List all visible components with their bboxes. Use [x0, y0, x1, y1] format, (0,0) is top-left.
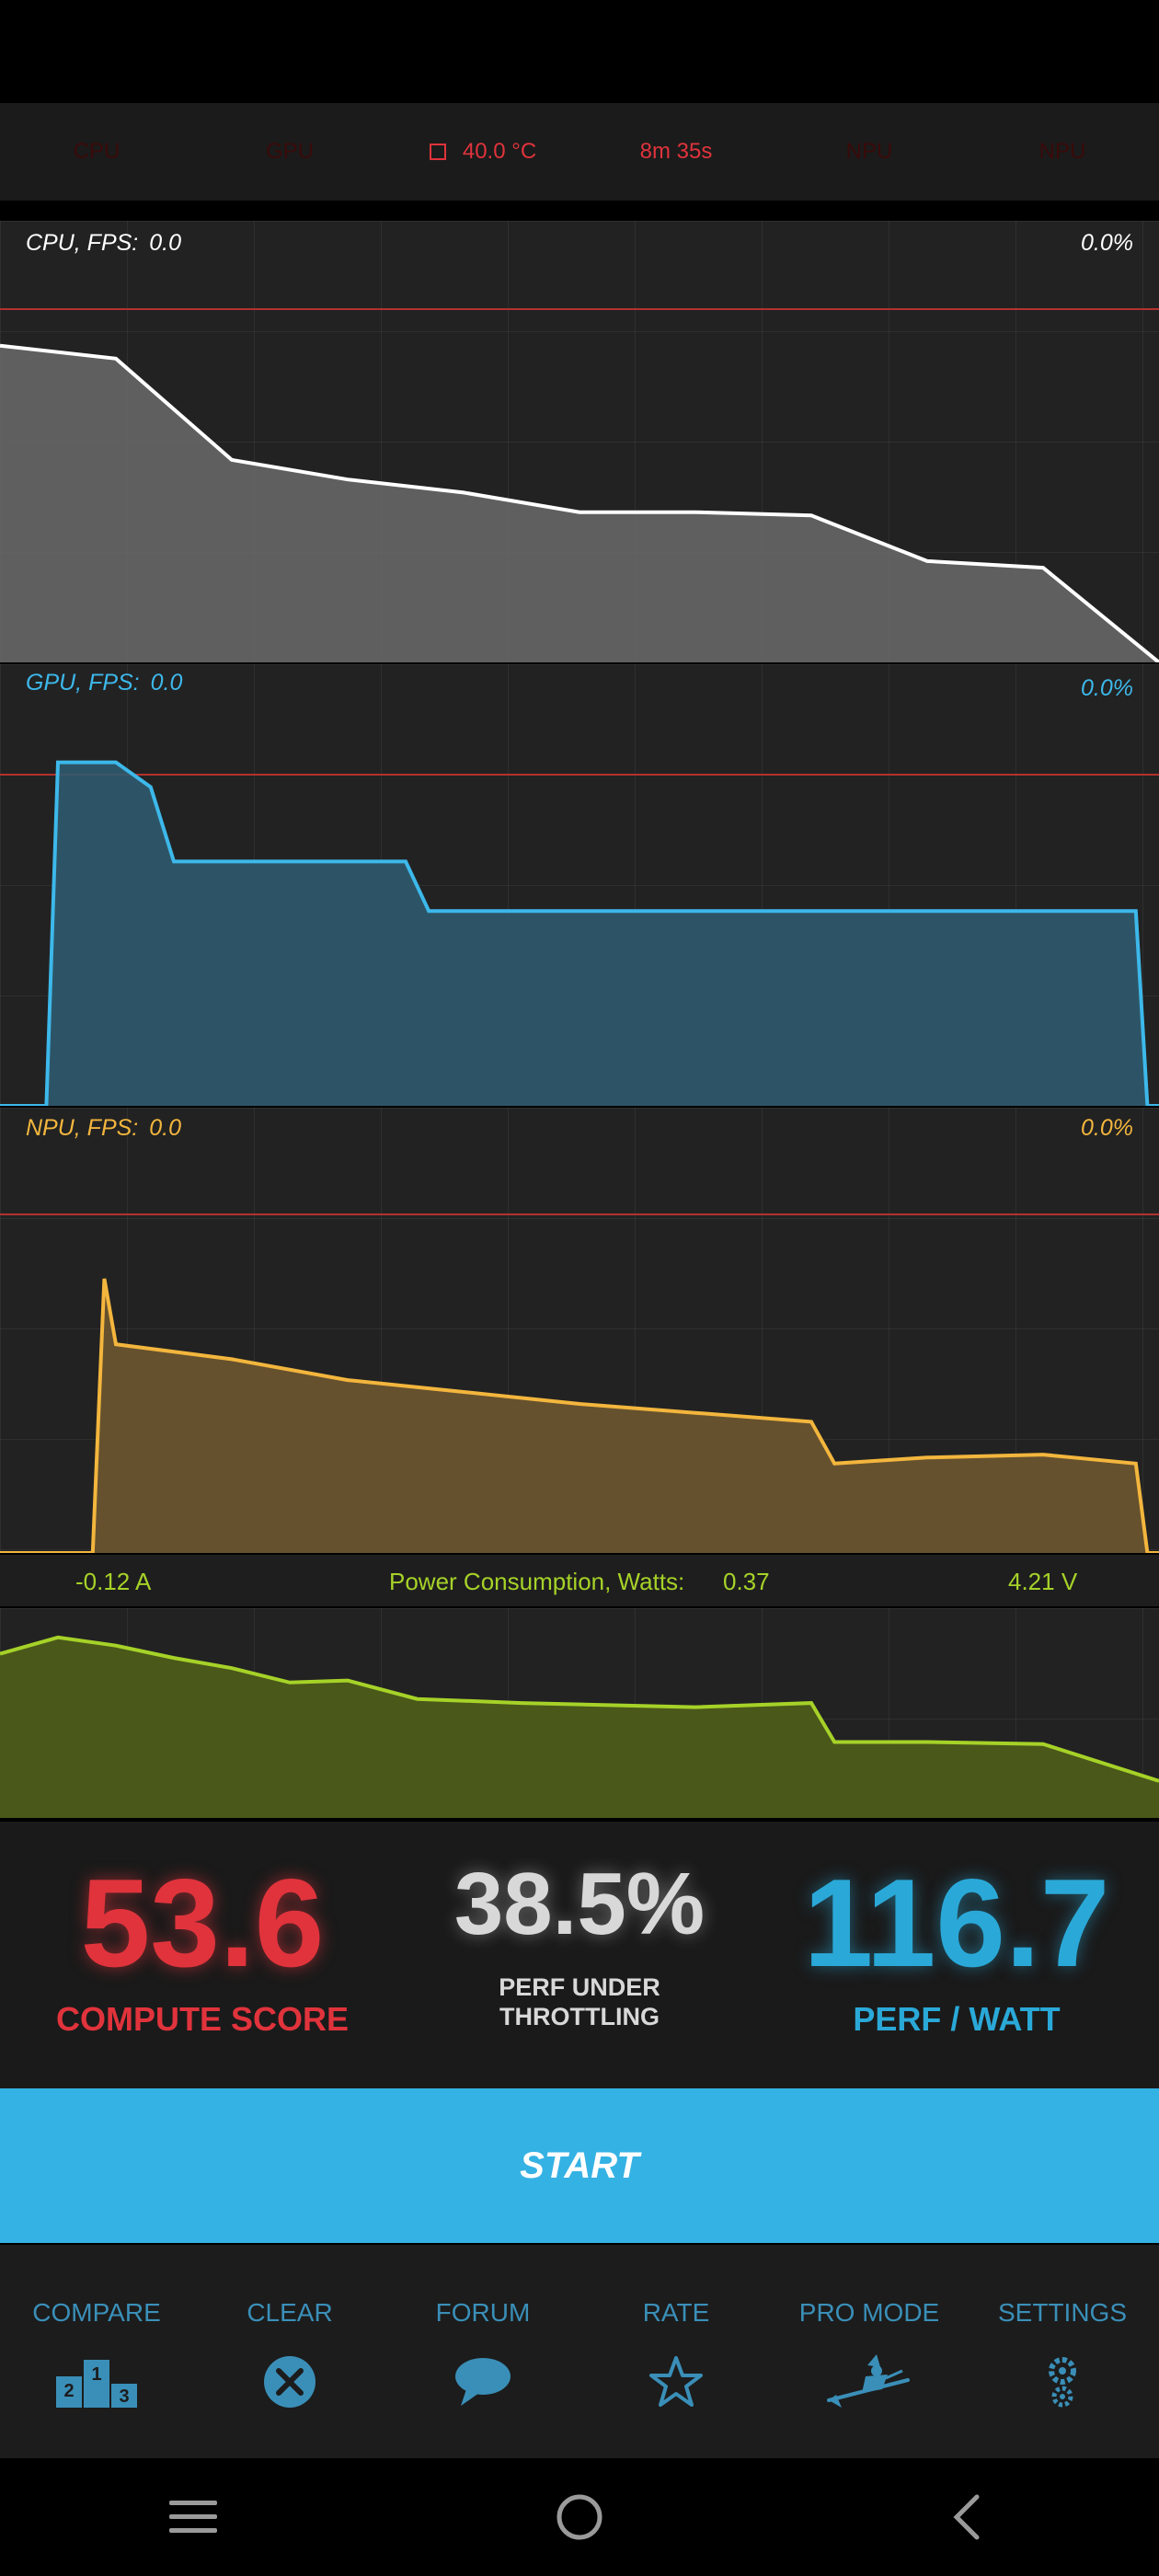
throttle-label-line1: PERF UNDER — [499, 1973, 660, 2001]
elapsed-time: 8m 35s — [639, 139, 713, 164]
voltage-value: 4.21 V — [1008, 1568, 1078, 1595]
npu-area — [0, 1278, 1159, 1553]
svg-text:3: 3 — [119, 2386, 129, 2407]
cpu-label-text: CPU, FPS: — [26, 230, 139, 256]
power-chart-svg — [0, 1635, 1159, 1818]
clear-x-icon — [262, 2350, 317, 2414]
cpu-chart-panel: CPU, FPS: 0.0 0.0% — [0, 221, 1159, 662]
gpu-percent: 0.0% — [1081, 675, 1133, 701]
cpu-fps-label: CPU, FPS: 0.0 — [26, 230, 181, 257]
cpu-chart-svg — [0, 308, 1159, 662]
cpu-tab-label: CPU — [73, 139, 120, 164]
temperature-readout: 40.0 °C — [386, 139, 580, 165]
npu-tab-label-2: NPU — [1039, 139, 1086, 164]
settings-button[interactable]: SETTINGS — [966, 2245, 1159, 2458]
start-button[interactable]: START — [0, 2088, 1159, 2243]
npu-fps-label: NPU, FPS: 0.0 — [26, 1115, 181, 1142]
scores-section: 53.6 COMPUTE SCORE 38.5% PERF UNDER THRO… — [0, 1822, 1159, 2088]
power-chart-panel — [0, 1608, 1159, 1818]
cpu-area — [0, 345, 1159, 662]
compare-button[interactable]: COMPARE 2 1 3 — [0, 2245, 193, 2458]
clear-button[interactable]: CLEAR — [193, 2245, 386, 2458]
compare-label: COMPARE — [32, 2298, 161, 2327]
perf-watt-label: PERF / WATT — [853, 2000, 1061, 2038]
power-watts: 0.37 — [723, 1568, 770, 1595]
home-icon[interactable] — [386, 2493, 773, 2541]
gpu-area — [0, 762, 1159, 1106]
start-button-label: START — [520, 2145, 639, 2186]
chip-icon — [429, 144, 446, 160]
throttle-label: PERF UNDER THROTTLING — [396, 1972, 763, 2032]
compute-score: 53.6 COMPUTE SCORE — [18, 1860, 386, 2039]
bottom-nav: COMPARE 2 1 3 CLEAR FORUM RATE PRO MODE … — [0, 2245, 1159, 2458]
perf-watt-score: 116.7 PERF / WATT — [773, 1860, 1141, 2039]
cpu-fps-value: 0.0 — [149, 230, 182, 256]
sensor-top-bar: CPU GPU 40.0 °C 8m 35s NPU NPU — [0, 103, 1159, 201]
throttle-score: 38.5% PERF UNDER THROTTLING — [396, 1860, 763, 2032]
gpu-fps-label: GPU, FPS: 0.0 — [26, 670, 182, 696]
recents-icon[interactable] — [0, 2499, 386, 2536]
gears-icon — [1040, 2350, 1084, 2414]
compute-score-value: 53.6 — [80, 1853, 325, 1993]
rate-button[interactable]: RATE — [580, 2245, 773, 2458]
back-icon[interactable] — [773, 2493, 1159, 2541]
svg-text:1: 1 — [91, 2364, 101, 2385]
pro-mode-button[interactable]: PRO MODE — [773, 2245, 966, 2458]
svg-text:2: 2 — [63, 2381, 74, 2401]
system-nav-bar — [0, 2458, 1159, 2576]
witch-broom-icon — [825, 2350, 913, 2414]
status-bar — [0, 0, 1159, 103]
podium-icon: 2 1 3 — [54, 2350, 139, 2414]
clear-label: CLEAR — [247, 2298, 333, 2327]
settings-label: SETTINGS — [997, 2298, 1127, 2327]
npu-fps-value: 0.0 — [149, 1115, 182, 1141]
gpu-chart-svg — [0, 760, 1159, 1106]
npu-chart-panel: NPU, FPS: 0.0 0.0% — [0, 1108, 1159, 1553]
npu-label-text: NPU, FPS: — [26, 1115, 139, 1141]
gpu-chart-panel: GPU, FPS: 0.0 0.0% — [0, 664, 1159, 1106]
npu-tab-label-1: NPU — [845, 139, 893, 164]
power-header: -0.12 A Power Consumption, Watts: 0.37 4… — [0, 1555, 1159, 1606]
throttle-value: 38.5% — [453, 1855, 706, 1953]
npu-chart-svg — [0, 1213, 1159, 1553]
speech-bubble-icon — [453, 2350, 512, 2414]
star-icon — [648, 2350, 704, 2414]
pro-mode-label: PRO MODE — [798, 2298, 940, 2327]
gpu-fps-value: 0.0 — [150, 670, 183, 696]
gpu-tab-label: GPU — [265, 139, 314, 164]
power-area — [0, 1637, 1159, 1818]
throttle-label-line2: THROTTLING — [499, 2003, 660, 2031]
npu-percent: 0.0% — [1081, 1115, 1133, 1141]
perf-watt-value: 116.7 — [803, 1853, 1110, 1993]
forum-button[interactable]: FORUM — [386, 2245, 580, 2458]
current-value: -0.12 A — [75, 1568, 152, 1595]
temperature-value: 40.0 °C — [462, 139, 537, 164]
rate-label: RATE — [642, 2298, 710, 2327]
compute-score-label: COMPUTE SCORE — [55, 2000, 350, 2038]
power-label: Power Consumption, Watts: — [389, 1568, 685, 1595]
forum-label: FORUM — [435, 2298, 531, 2327]
gpu-label-text: GPU, FPS: — [26, 670, 140, 696]
cpu-percent: 0.0% — [1081, 230, 1133, 256]
